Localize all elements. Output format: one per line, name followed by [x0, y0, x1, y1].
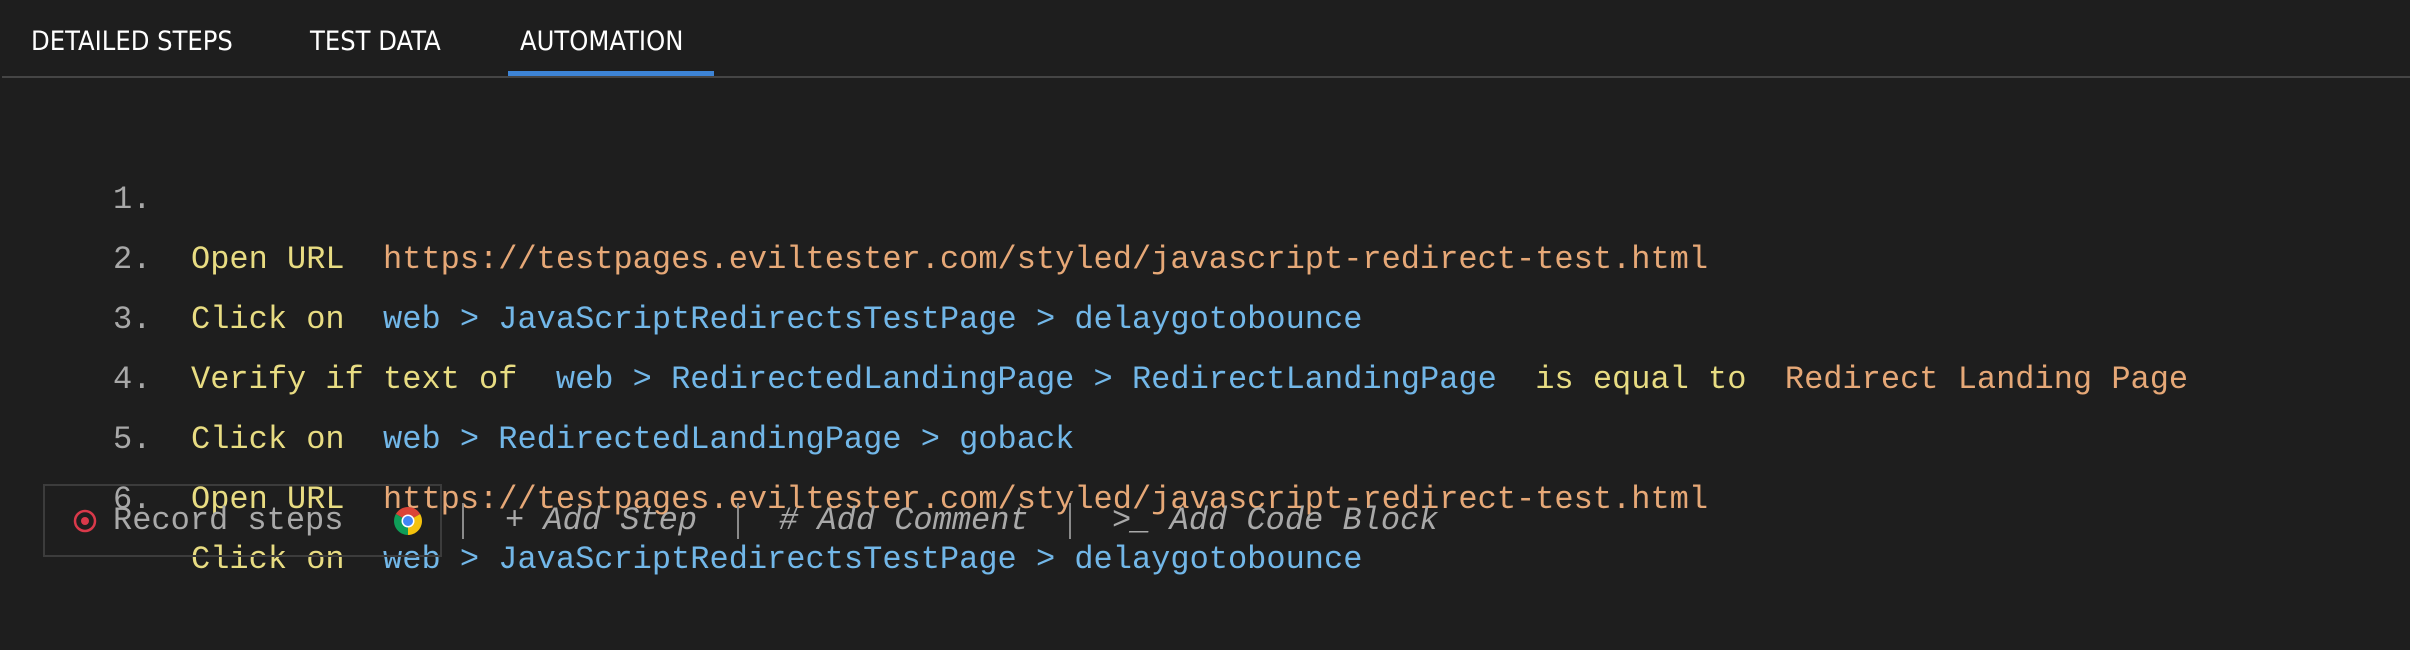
- add-comment-button[interactable]: # Add Comment: [779, 484, 1029, 557]
- step-row[interactable]: 1. Open URL https://testpages.eviltester…: [0, 110, 1708, 278]
- record-steps-button[interactable]: Record steps: [43, 484, 442, 557]
- add-step-button[interactable]: + Add Step: [505, 484, 697, 557]
- step-value: Redirect Landing Page: [1784, 361, 2189, 398]
- step-number: 3.: [113, 301, 152, 338]
- step-row[interactable]: 6. Click on web > JavaScriptRedirectsTes…: [0, 410, 1362, 578]
- step-keyword: Verify if text of: [191, 361, 518, 398]
- step-number: 2.: [113, 241, 152, 278]
- step-content: Click on web > RedirectedLandingPage > g…: [191, 410, 1074, 470]
- step-content: Verify if text of web > RedirectedLandin…: [191, 350, 2188, 410]
- step-keyword: Click on: [191, 421, 345, 458]
- record-steps-label: Record steps: [113, 502, 344, 539]
- toolbar-separator: [1069, 503, 1071, 539]
- step-number: 4.: [113, 361, 152, 398]
- step-row[interactable]: 3. Verify if text of web > RedirectedLan…: [0, 230, 2188, 398]
- step-row[interactable]: 2. Click on web > JavaScriptRedirectsTes…: [0, 170, 1362, 338]
- tab-automation[interactable]: AUTOMATION: [520, 26, 683, 57]
- step-keyword: Click on: [191, 301, 345, 338]
- toolbar-separator: [737, 503, 739, 539]
- step-object-path: web > RedirectedLandingPage > goback: [383, 421, 1075, 458]
- step-number: 1.: [113, 181, 152, 218]
- step-content: Open URL https://testpages.eviltester.co…: [191, 230, 1708, 290]
- step-object-path: web > JavaScriptRedirectsTestPage > dela…: [383, 301, 1363, 338]
- tab-divider: [2, 76, 2410, 78]
- chrome-icon[interactable]: [394, 507, 422, 535]
- step-keyword: is equal to: [1535, 361, 1747, 398]
- step-object-path: web > RedirectedLandingPage > RedirectLa…: [555, 361, 1497, 398]
- step-keyword: Open URL: [191, 241, 345, 278]
- toolbar-separator: [462, 503, 464, 539]
- tab-test-data[interactable]: TEST DATA: [310, 26, 441, 57]
- step-content: Click on web > JavaScriptRedirectsTestPa…: [191, 290, 1362, 350]
- step-row[interactable]: 4. Click on web > RedirectedLandingPage …: [0, 290, 1074, 458]
- add-code-block-button[interactable]: >_ Add Code Block: [1112, 484, 1438, 557]
- step-value: https://testpages.eviltester.com/styled/…: [383, 241, 1709, 278]
- step-number: 5.: [113, 421, 152, 458]
- tab-detailed-steps[interactable]: DETAILED STEPS: [31, 26, 233, 57]
- tab-bar: DETAILED STEPS TEST DATA AUTOMATION: [0, 0, 2410, 78]
- step-row[interactable]: 5. Open URL https://testpages.eviltester…: [0, 350, 1708, 518]
- record-icon: [73, 509, 97, 533]
